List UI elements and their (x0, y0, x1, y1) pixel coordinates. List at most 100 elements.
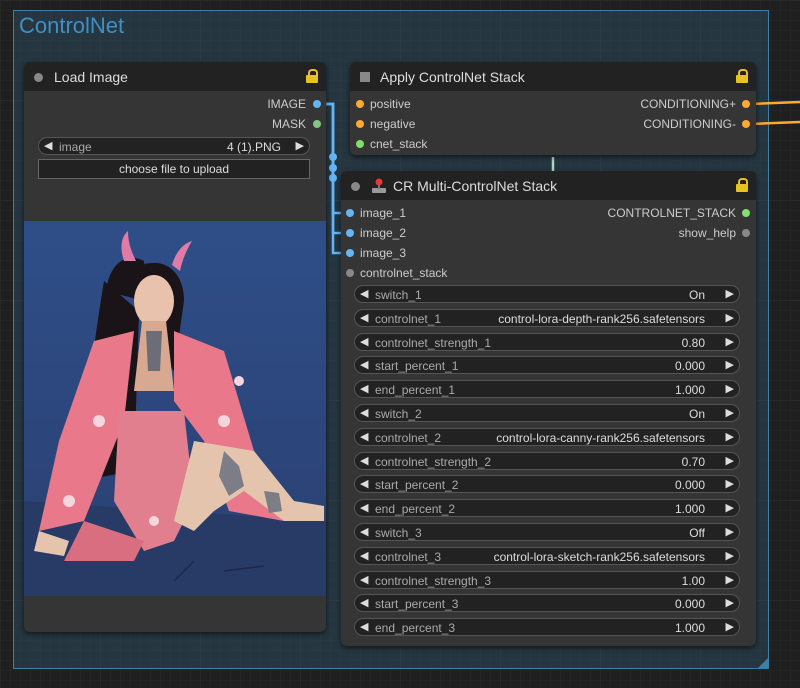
apply-controlnet-stack-node[interactable]: Apply ControlNet Stack positive negative… (350, 62, 756, 155)
input-image-1[interactable]: image_1 (346, 205, 406, 221)
conditioning-slot-dot-icon[interactable] (742, 100, 750, 108)
input-controlnet-stack[interactable]: controlnet_stack (346, 265, 447, 281)
left-arrow-icon[interactable]: ◀ (360, 549, 368, 562)
widget-label: switch_2 (375, 407, 422, 421)
left-arrow-icon[interactable]: ◀ (360, 573, 368, 586)
input-image-3[interactable]: image_3 (346, 245, 406, 261)
input-image-2[interactable]: image_2 (346, 225, 406, 241)
right-arrow-icon[interactable]: ▶ (726, 596, 734, 609)
lock-icon[interactable] (306, 69, 318, 83)
right-arrow-icon[interactable]: ▶ (726, 573, 734, 586)
output-mask[interactable]: MASK (272, 116, 321, 132)
stack-slot-dot-icon[interactable] (356, 140, 364, 148)
mask-slot-dot-icon[interactable] (313, 120, 321, 128)
output-show-help[interactable]: show_help (679, 225, 750, 241)
right-arrow-icon[interactable]: ▶ (726, 454, 734, 467)
wire-conditioning-plus (749, 100, 800, 106)
right-arrow-icon[interactable]: ▶ (726, 525, 734, 538)
image-slot-dot-icon[interactable] (346, 209, 354, 217)
widget-value: Off (689, 526, 705, 540)
widget-start-percent-1[interactable]: ◀ start_percent_1 0.000 ▶ (354, 356, 740, 375)
right-arrow-icon[interactable]: ▶ (726, 477, 734, 490)
widget-switch-3[interactable]: ◀ switch_3 Off ▶ (354, 523, 740, 541)
output-controlnet-stack[interactable]: CONTROLNET_STACK (608, 205, 750, 221)
widget-value: 1.000 (674, 621, 705, 636)
stack-slot-dot-icon[interactable] (742, 209, 750, 217)
left-arrow-icon[interactable]: ◀ (360, 454, 368, 467)
input-positive[interactable]: positive (356, 96, 411, 112)
stack-slot-dot-icon[interactable] (346, 269, 354, 277)
upload-button[interactable]: choose file to upload (38, 159, 310, 179)
conditioning-slot-dot-icon[interactable] (356, 120, 364, 128)
right-arrow-icon[interactable]: ▶ (296, 139, 304, 152)
input-negative[interactable]: negative (356, 116, 415, 132)
widget-start-percent-2[interactable]: ◀ start_percent_2 0.000 ▶ (354, 475, 740, 494)
conditioning-slot-dot-icon[interactable] (356, 100, 364, 108)
left-arrow-icon[interactable]: ◀ (360, 358, 368, 371)
output-image[interactable]: IMAGE (267, 96, 321, 112)
widget-end-percent-3[interactable]: ◀ end_percent_3 1.000 ▶ (354, 618, 740, 637)
multi-controlnet-stack-node[interactable]: CR Multi-ControlNet Stack image_1 image_… (341, 171, 756, 646)
left-arrow-icon[interactable]: ◀ (360, 287, 368, 300)
right-arrow-icon[interactable]: ▶ (726, 335, 734, 348)
right-arrow-icon[interactable]: ▶ (726, 358, 734, 371)
collapse-square-icon[interactable] (360, 72, 370, 82)
widget-controlnet-2[interactable]: ◀ controlnet_2 control-lora-canny-rank256.… (354, 427, 740, 446)
collapse-dot-icon[interactable] (34, 73, 43, 82)
widget-controlnet-strength-3[interactable]: ◀ controlnet_strength_3 1.00 ▶ (354, 570, 740, 589)
right-arrow-icon[interactable]: ▶ (726, 287, 734, 300)
input-cnet-stack[interactable]: cnet_stack (356, 136, 427, 152)
widget-controlnet-strength-2[interactable]: ◀ controlnet_strength_2 0.70 ▶ (354, 451, 740, 470)
left-arrow-icon[interactable]: ◀ (360, 406, 368, 419)
image-slot-dot-icon[interactable] (346, 249, 354, 257)
right-arrow-icon[interactable]: ▶ (726, 406, 734, 419)
widget-label: image (59, 140, 92, 154)
node-header[interactable]: Apply ControlNet Stack (350, 62, 756, 91)
left-arrow-icon[interactable]: ◀ (360, 525, 368, 538)
widget-controlnet-3[interactable]: ◀ controlnet_3 control-lora-sketch-rank256… (354, 546, 740, 565)
widget-controlnet-strength-1[interactable]: ◀ controlnet_strength_1 0.80 ▶ (354, 332, 740, 351)
left-arrow-icon[interactable]: ◀ (360, 501, 368, 514)
right-arrow-icon[interactable]: ▶ (726, 549, 734, 562)
left-arrow-icon[interactable]: ◀ (44, 139, 52, 152)
widget-switch-1[interactable]: ◀ switch_1 On ▶ (354, 285, 740, 303)
widget-label: controlnet_strength_2 (375, 454, 492, 469)
output-conditioning-plus[interactable]: CONDITIONING+ (640, 96, 750, 112)
image-slot-dot-icon[interactable] (313, 100, 321, 108)
right-arrow-icon[interactable]: ▶ (726, 311, 734, 324)
image-select-widget[interactable]: ◀ image 4 (1).PNG ▶ (38, 137, 310, 155)
lock-icon[interactable] (736, 69, 748, 83)
left-arrow-icon[interactable]: ◀ (360, 311, 368, 324)
string-slot-dot-icon[interactable] (742, 229, 750, 237)
image-slot-dot-icon[interactable] (346, 229, 354, 237)
left-arrow-icon[interactable]: ◀ (360, 430, 368, 443)
right-arrow-icon[interactable]: ▶ (726, 430, 734, 443)
slot-label: CONDITIONING- (643, 117, 736, 131)
output-conditioning-minus[interactable]: CONDITIONING- (643, 116, 750, 132)
right-arrow-icon[interactable]: ▶ (726, 620, 734, 633)
node-header[interactable]: CR Multi-ControlNet Stack (341, 171, 756, 200)
widget-end-percent-2[interactable]: ◀ end_percent_2 1.000 ▶ (354, 499, 740, 518)
widget-controlnet-1[interactable]: ◀ controlnet_1 control-lora-depth-rank256.… (354, 308, 740, 327)
load-image-node[interactable]: Load Image IMAGE MASK ◀ image 4 (1).PNG … (24, 62, 326, 632)
right-arrow-icon[interactable]: ▶ (726, 382, 734, 395)
node-title: Apply ControlNet Stack (380, 69, 525, 85)
widget-label: controlnet_3 (375, 549, 442, 564)
left-arrow-icon[interactable]: ◀ (360, 382, 368, 395)
conditioning-slot-dot-icon[interactable] (742, 120, 750, 128)
node-header[interactable]: Load Image (24, 62, 326, 91)
collapse-dot-icon[interactable] (351, 182, 360, 191)
image-preview (24, 221, 326, 596)
widget-start-percent-3[interactable]: ◀ start_percent_3 0.000 ▶ (354, 594, 740, 613)
widget-switch-2[interactable]: ◀ switch_2 On ▶ (354, 404, 740, 422)
left-arrow-icon[interactable]: ◀ (360, 477, 368, 490)
left-arrow-icon[interactable]: ◀ (360, 596, 368, 609)
widget-end-percent-1[interactable]: ◀ end_percent_1 1.000 ▶ (354, 380, 740, 399)
lock-icon[interactable] (736, 178, 748, 192)
left-arrow-icon[interactable]: ◀ (360, 620, 368, 633)
widget-value: control-lora-depth-rank256.safetensors (498, 311, 705, 326)
left-arrow-icon[interactable]: ◀ (360, 335, 368, 348)
slot-label: CONDITIONING+ (640, 97, 736, 111)
right-arrow-icon[interactable]: ▶ (726, 501, 734, 514)
widget-label: controlnet_1 (375, 311, 442, 326)
